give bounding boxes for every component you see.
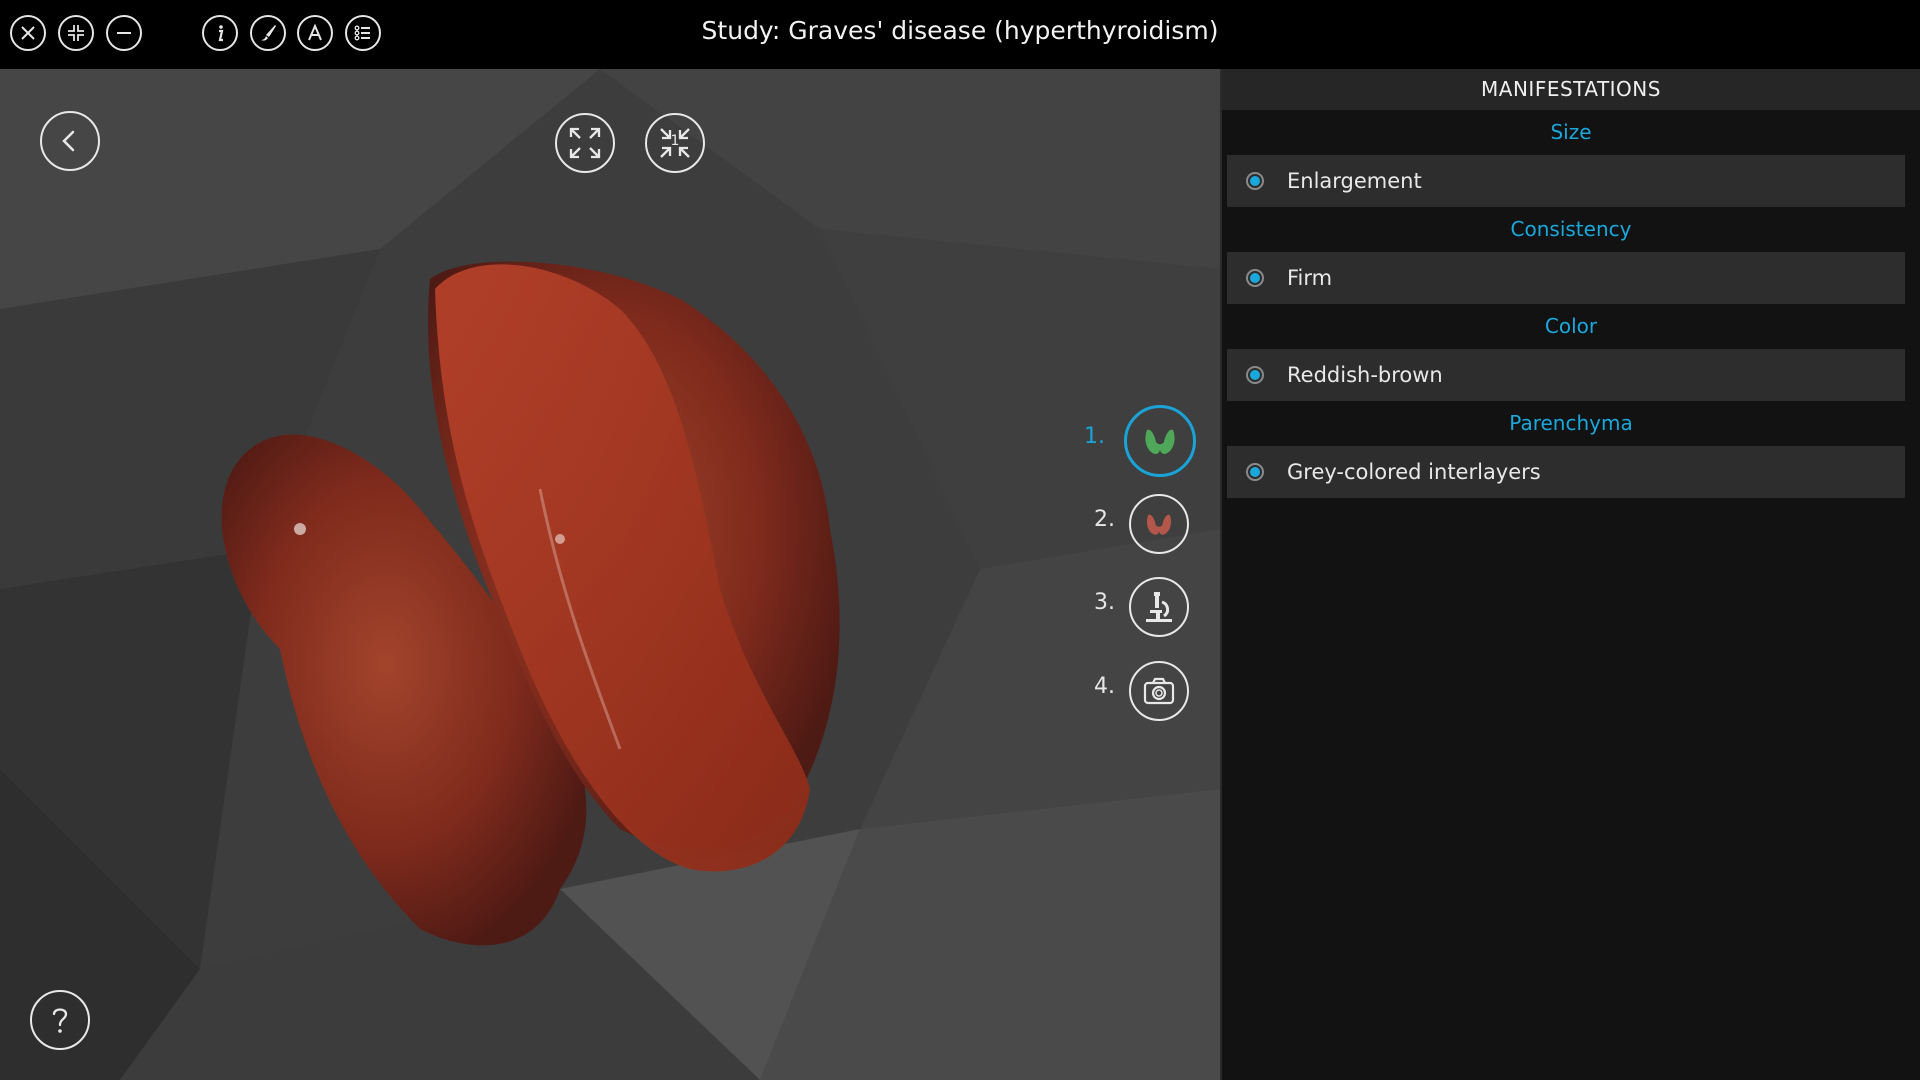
- item-label: Grey-colored interlayers: [1287, 460, 1541, 484]
- window-title: Study: Graves' disease (hyperthyroidism): [701, 16, 1219, 45]
- collapse-button[interactable]: 1: [645, 113, 705, 173]
- stage-button-1[interactable]: [1124, 405, 1196, 477]
- help-icon: [52, 1008, 68, 1033]
- stage-number-4: 4.: [1094, 674, 1115, 699]
- section-title-color: Color: [1544, 314, 1598, 338]
- stage-button-2[interactable]: [1129, 494, 1189, 554]
- stage-button-3[interactable]: [1129, 577, 1189, 637]
- back-button[interactable]: [40, 111, 100, 171]
- expand-icon: [569, 127, 601, 159]
- radio-indicator[interactable]: [1246, 463, 1264, 481]
- thyroid-green-icon: [1145, 429, 1175, 454]
- manifestation-item-grey-colored-interlayers[interactable]: Grey-colored interlayers: [1227, 446, 1905, 498]
- radio-indicator[interactable]: [1246, 269, 1264, 287]
- radio-indicator[interactable]: [1246, 172, 1264, 190]
- manifestation-item-firm[interactable]: Firm: [1227, 252, 1905, 304]
- section-title-consistency: Consistency: [1510, 217, 1632, 241]
- section-title-size: Size: [1550, 120, 1592, 144]
- help-button[interactable]: [30, 990, 90, 1050]
- microscope-icon: [1146, 592, 1172, 622]
- manifestations-panel: MANIFESTATIONS Size Enlargement Consiste…: [1220, 69, 1920, 1080]
- collapse-badge: 1: [670, 133, 680, 149]
- item-label: Reddish-brown: [1287, 363, 1443, 387]
- back-icon: [62, 130, 75, 152]
- panel-header: MANIFESTATIONS: [1222, 69, 1920, 110]
- expand-button[interactable]: [555, 113, 615, 173]
- thyroid-red-icon: [1146, 514, 1172, 535]
- radio-indicator[interactable]: [1246, 366, 1264, 384]
- manifestation-item-reddish-brown[interactable]: Reddish-brown: [1227, 349, 1905, 401]
- camera-icon: [1143, 677, 1175, 705]
- model-viewport[interactable]: 1 1. 2. 3. 4.: [0, 69, 1220, 1080]
- item-label: Enlargement: [1287, 169, 1422, 193]
- top-bar: Study: Graves' disease (hyperthyroidism): [0, 0, 1920, 69]
- stage-number-2: 2.: [1094, 507, 1115, 532]
- manifestation-item-enlargement[interactable]: Enlargement: [1227, 155, 1905, 207]
- stage-number-3: 3.: [1094, 590, 1115, 615]
- stage-number-1: 1.: [1084, 424, 1105, 449]
- section-title-parenchyma: Parenchyma: [1509, 411, 1633, 435]
- item-label: Firm: [1287, 266, 1333, 290]
- viewport-background: [0, 69, 1220, 1080]
- stage-button-4[interactable]: [1129, 661, 1189, 721]
